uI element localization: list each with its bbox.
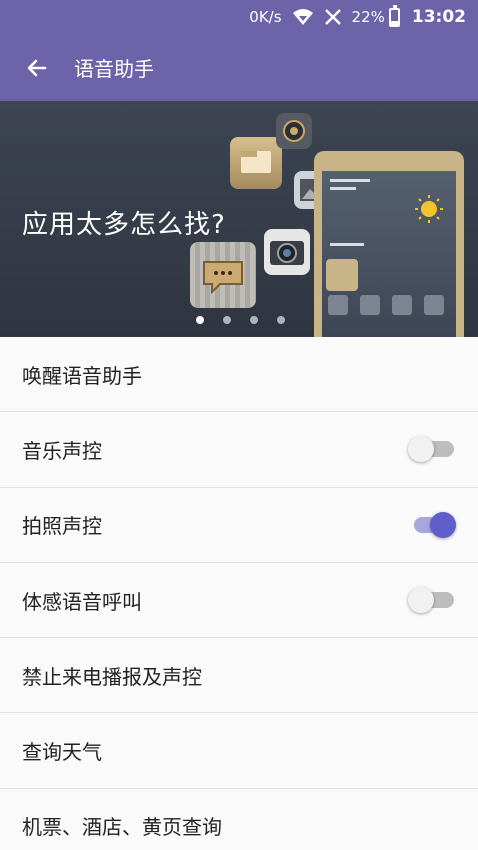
page-title: 语音助手 bbox=[74, 57, 154, 81]
battery-fill bbox=[390, 21, 398, 25]
setting-wake-assistant[interactable]: 唤醒语音助手 bbox=[0, 337, 478, 413]
setting-label: 唤醒语音助手 bbox=[22, 363, 142, 388]
app-bar: 语音助手 bbox=[0, 34, 478, 101]
phone-image bbox=[314, 151, 464, 337]
banner-text: 应用太多怎么找? bbox=[22, 210, 226, 240]
setting-label: 音乐声控 bbox=[22, 438, 102, 463]
setting-music-voice-control[interactable]: 音乐声控 bbox=[0, 412, 478, 488]
promo-banner[interactable]: 应用太多怎么找? bbox=[0, 101, 478, 337]
camera-lens-icon bbox=[264, 229, 310, 275]
setting-ticket-hotel-query[interactable]: 机票、酒店、黄页查询 bbox=[0, 788, 478, 850]
music-voice-toggle[interactable] bbox=[408, 433, 456, 465]
back-button[interactable] bbox=[0, 34, 74, 101]
setting-motion-voice-call[interactable]: 体感语音呼叫 bbox=[0, 562, 478, 639]
wifi-icon bbox=[292, 8, 314, 26]
setting-query-weather[interactable]: 查询天气 bbox=[0, 713, 478, 789]
setting-photo-voice-control[interactable]: 拍照声控 bbox=[0, 487, 478, 563]
page-dot[interactable] bbox=[223, 316, 231, 324]
page-dot[interactable] bbox=[196, 316, 204, 324]
status-bar: 0K/s 22% 13:02 bbox=[0, 0, 478, 34]
setting-label: 机票、酒店、黄页查询 bbox=[22, 815, 222, 840]
photo-voice-toggle[interactable] bbox=[408, 509, 456, 541]
setting-label: 禁止来电播报及声控 bbox=[22, 664, 202, 689]
setting-label: 拍照声控 bbox=[22, 514, 102, 539]
page-dot[interactable] bbox=[277, 316, 285, 324]
page-dot[interactable] bbox=[250, 316, 258, 324]
no-signal-icon bbox=[324, 8, 342, 26]
setting-label: 体感语音呼叫 bbox=[22, 589, 142, 614]
net-speed: 0K/s bbox=[249, 8, 282, 26]
battery-icon bbox=[388, 4, 400, 27]
setting-label: 查询天气 bbox=[22, 740, 102, 765]
clock: 13:02 bbox=[411, 7, 466, 27]
battery-percent: 22% bbox=[351, 8, 385, 26]
folder-app-icon bbox=[230, 137, 282, 189]
camera-app-icon bbox=[276, 113, 312, 149]
settings-list: 唤醒语音助手 音乐声控 拍照声控 体感语音呼叫 禁止来电播报及声控 查询天气 机… bbox=[0, 337, 478, 850]
motion-voice-call-toggle[interactable] bbox=[408, 584, 456, 616]
arrow-back-icon bbox=[27, 59, 47, 76]
message-app-icon bbox=[190, 242, 256, 308]
page-indicator bbox=[196, 316, 304, 324]
setting-disable-call-announce[interactable]: 禁止来电播报及声控 bbox=[0, 638, 478, 714]
